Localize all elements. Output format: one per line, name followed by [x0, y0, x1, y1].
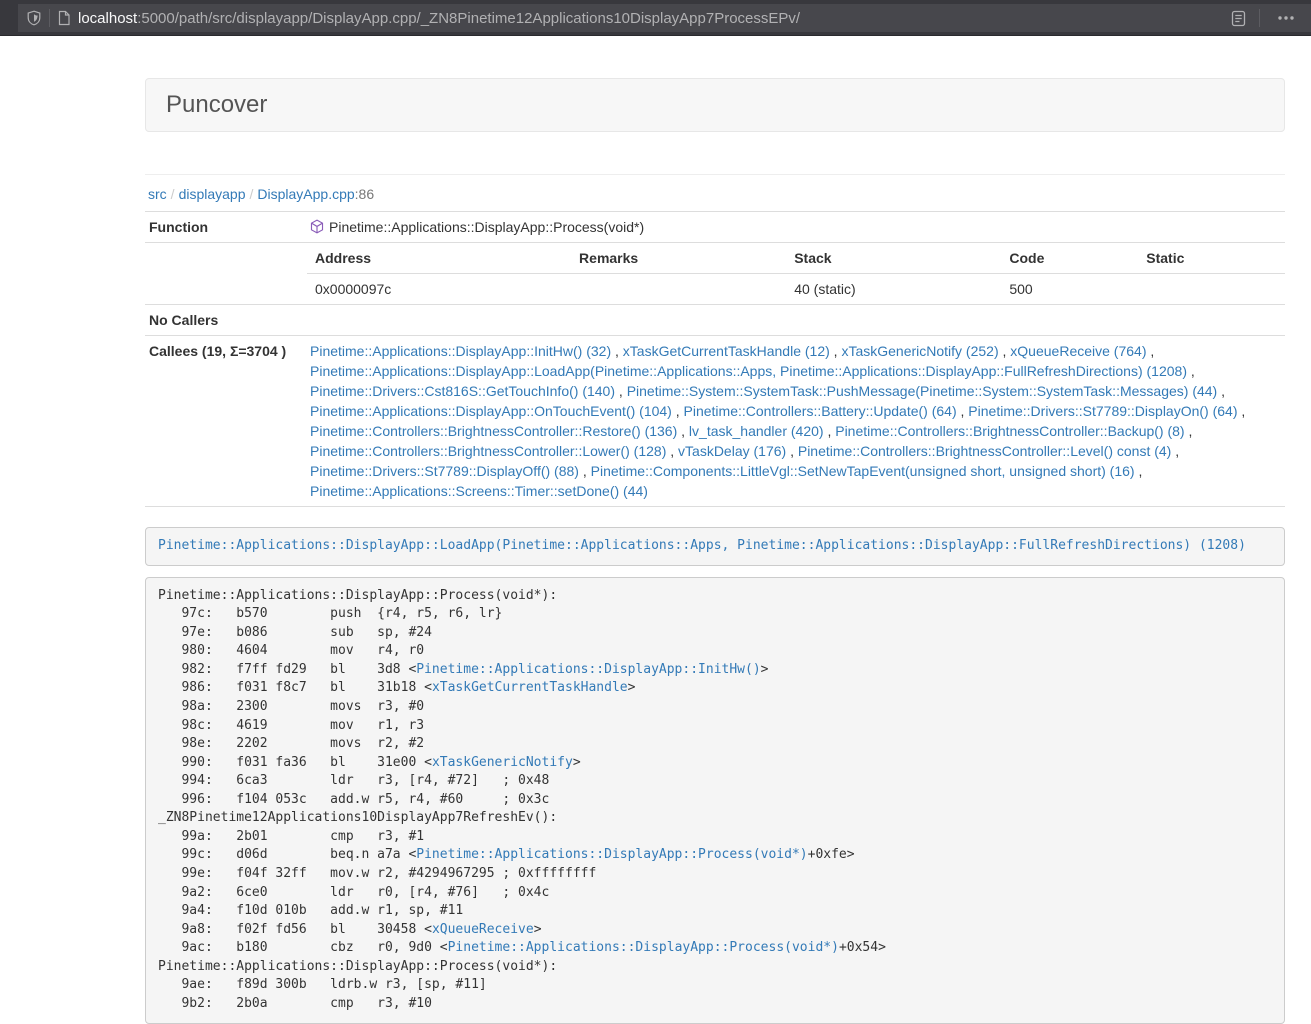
callee-link[interactable]: Pinetime::Controllers::BrightnessControl…	[835, 423, 1184, 439]
address-value: 0x0000097c	[307, 274, 571, 305]
col-address: Address	[307, 243, 571, 274]
url-path: :5000/path/src/displayapp/DisplayApp.cpp…	[137, 10, 800, 27]
symbol-table: Function Pinetime::Applications::Display…	[145, 211, 1285, 507]
metrics-table: Address Remarks Stack Code Static 0x0000…	[307, 243, 1285, 304]
function-row: Function Pinetime::Applications::Display…	[145, 212, 1285, 243]
function-cube-icon	[310, 219, 324, 234]
function-label: Function	[145, 212, 307, 243]
load-app-link[interactable]: Pinetime::Applications::DisplayApp::Load…	[158, 538, 1246, 553]
callee-link[interactable]: xQueueReceive (764)	[1010, 343, 1146, 359]
reader-mode-icon[interactable]	[1225, 10, 1252, 27]
metrics-header-row: Address Remarks Stack Code Static	[307, 243, 1285, 274]
asm-symbol-link[interactable]: Pinetime::Applications::DisplayApp::Init…	[416, 662, 760, 677]
breadcrumb: src/displayapp/DisplayApp.cpp:86	[148, 186, 1285, 202]
asm-symbol-link[interactable]: xQueueReceive	[432, 922, 534, 937]
callee-link[interactable]: Pinetime::Applications::Screens::Timer::…	[310, 483, 648, 499]
callee-link[interactable]: Pinetime::Applications::DisplayApp::Load…	[310, 363, 1187, 379]
callees-row: Callees (19, Σ=3704 ) Pinetime::Applicat…	[145, 336, 1285, 507]
toolbar-separator	[1259, 9, 1260, 27]
callee-link[interactable]: Pinetime::Applications::DisplayApp::Init…	[310, 343, 611, 359]
breadcrumb-separator: /	[246, 186, 258, 202]
callee-link[interactable]: Pinetime::Controllers::Battery::Update()…	[684, 403, 957, 419]
caller-snippet-block: Pinetime::Applications::DisplayApp::Load…	[145, 527, 1285, 566]
callers-row: No Callers	[145, 305, 1285, 336]
col-stack: Stack	[786, 243, 1001, 274]
callee-link[interactable]: Pinetime::Controllers::BrightnessControl…	[310, 423, 677, 439]
url-text[interactable]: localhost:5000/path/src/displayapp/Displ…	[78, 10, 1225, 27]
callee-link[interactable]: xTaskGetCurrentTaskHandle (12)	[623, 343, 830, 359]
callee-link[interactable]: Pinetime::Controllers::BrightnessControl…	[310, 443, 666, 459]
divider	[145, 174, 1285, 175]
url-host: localhost	[78, 10, 137, 27]
code-value: 500	[1001, 274, 1138, 305]
col-code: Code	[1001, 243, 1138, 274]
function-name: Pinetime::Applications::DisplayApp::Proc…	[329, 219, 644, 235]
tracking-shield-icon[interactable]	[26, 10, 42, 26]
no-callers-label: No Callers	[145, 305, 307, 336]
page-container: Puncover src/displayapp/DisplayApp.cpp:8…	[145, 78, 1285, 1024]
callee-link[interactable]: lv_task_handler (420)	[689, 423, 824, 439]
asm-symbol-link[interactable]: Pinetime::Applications::DisplayApp::Proc…	[416, 847, 807, 862]
page-actions-ellipsis-icon[interactable]	[1267, 15, 1305, 21]
metrics-data-row: 0x0000097c 40 (static) 500	[307, 274, 1285, 305]
callee-link[interactable]: Pinetime::System::SystemTask::PushMessag…	[627, 383, 1218, 399]
browser-toolbar: localhost:5000/path/src/displayapp/Displ…	[0, 0, 1311, 36]
breadcrumb-separator: /	[167, 186, 179, 202]
static-value	[1138, 274, 1285, 305]
callee-link[interactable]: Pinetime::Drivers::St7789::DisplayOn() (…	[968, 403, 1237, 419]
callee-link[interactable]: Pinetime::Components::LittleVgl::SetNewT…	[591, 463, 1135, 479]
callee-link[interactable]: Pinetime::Drivers::St7789::DisplayOff() …	[310, 463, 579, 479]
callee-link[interactable]: vTaskDelay (176)	[678, 443, 786, 459]
page-title: Puncover	[166, 91, 267, 118]
col-remarks: Remarks	[571, 243, 786, 274]
stack-value: 40 (static)	[786, 274, 1001, 305]
breadcrumb-line-number: :86	[355, 186, 374, 202]
callee-link[interactable]: Pinetime::Applications::DisplayApp::OnTo…	[310, 403, 672, 419]
callees-label: Callees (19, Σ=3704 )	[145, 336, 307, 507]
remarks-value	[571, 274, 786, 305]
site-identity-page-icon[interactable]	[57, 10, 71, 26]
address-bar[interactable]: localhost:5000/path/src/displayapp/Displ…	[18, 4, 1311, 32]
metrics-row: Address Remarks Stack Code Static 0x0000…	[145, 243, 1285, 305]
callee-link[interactable]: Pinetime::Drivers::Cst816S::GetTouchInfo…	[310, 383, 615, 399]
callee-link[interactable]: xTaskGenericNotify (252)	[841, 343, 998, 359]
breadcrumb-link-src[interactable]: src	[148, 186, 167, 202]
asm-symbol-link[interactable]: xTaskGetCurrentTaskHandle	[432, 680, 628, 695]
breadcrumb-link-displayapp[interactable]: displayapp	[179, 186, 246, 202]
callee-link[interactable]: Pinetime::Controllers::BrightnessControl…	[798, 443, 1171, 459]
breadcrumb-link-file[interactable]: DisplayApp.cpp	[257, 186, 354, 202]
asm-symbol-link[interactable]: xTaskGenericNotify	[432, 755, 573, 770]
app-title-panel: Puncover	[145, 78, 1285, 132]
address-bar-separator	[49, 9, 50, 27]
asm-symbol-link[interactable]: Pinetime::Applications::DisplayApp::Proc…	[448, 940, 839, 955]
assembly-code: Pinetime::Applications::DisplayApp::Proc…	[145, 577, 1285, 1024]
col-static: Static	[1138, 243, 1285, 274]
callees-list: Pinetime::Applications::DisplayApp::Init…	[307, 336, 1285, 507]
